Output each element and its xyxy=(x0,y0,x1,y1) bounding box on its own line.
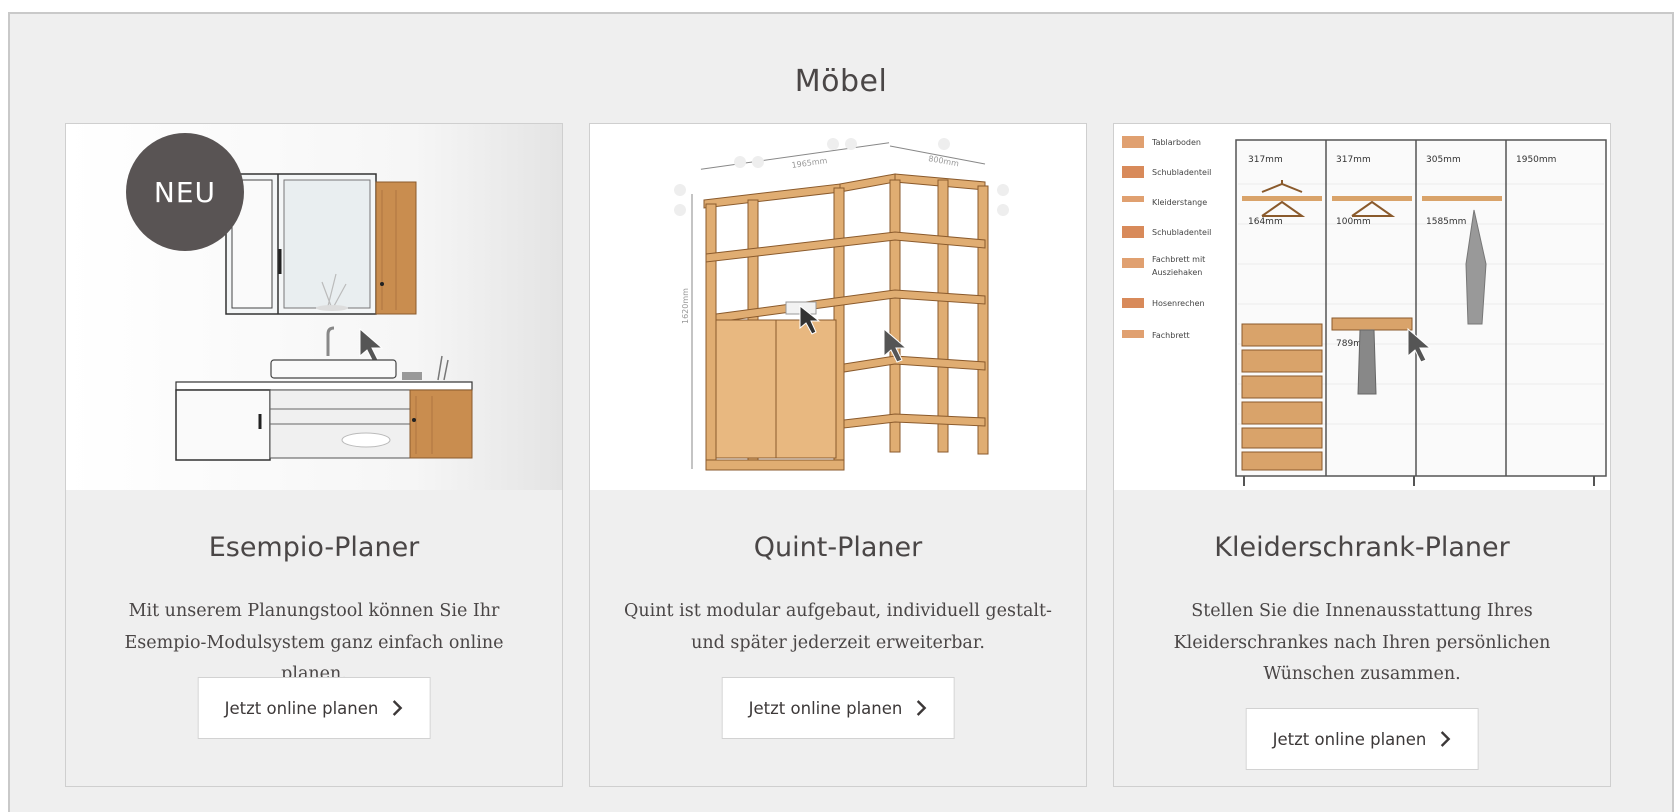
button-label: Jetzt online planen xyxy=(748,698,903,718)
button-label: Jetzt online planen xyxy=(1272,729,1427,749)
quint-planer-image[interactable]: 1965mm 800mm 1620mm xyxy=(590,124,1086,490)
furniture-section: Möbel NEU Esempio-Planer Mit unserem Pla… xyxy=(8,12,1674,812)
card-esempio-planer[interactable]: NEU Esempio-Planer Mit unserem Planungst… xyxy=(65,123,563,787)
wardrobe-planer-image[interactable]: Tablarboden Schubladenteil Kleiderstange… xyxy=(1114,124,1610,490)
card-title: Kleiderschrank-Planer xyxy=(1214,532,1510,563)
chevron-right-icon xyxy=(392,700,403,716)
new-badge: NEU xyxy=(126,133,244,251)
legend-item: Schubladenteil xyxy=(1152,228,1211,237)
legend-item: Tablarboden xyxy=(1151,138,1201,147)
plan-online-button[interactable]: Jetzt online planen xyxy=(197,677,431,739)
card-title: Esempio-Planer xyxy=(208,532,420,563)
legend-item: Fachbrett xyxy=(1152,331,1190,340)
card-description: Stellen Sie die Innenausstattung Ihres K… xyxy=(1173,601,1551,684)
measure-label: 317mm xyxy=(1248,155,1283,165)
chevron-right-icon xyxy=(1440,731,1451,747)
plan-online-button[interactable]: Jetzt online planen xyxy=(1245,708,1479,770)
legend-item: Kleiderstange xyxy=(1152,198,1207,207)
card-title: Quint-Planer xyxy=(753,532,923,563)
measure-label: 1950mm xyxy=(1516,155,1556,165)
measure-label: 100mm xyxy=(1336,217,1371,227)
button-label: Jetzt online planen xyxy=(224,698,379,718)
card-wardrobe-planer[interactable]: Tablarboden Schubladenteil Kleiderstange… xyxy=(1113,123,1611,787)
plan-online-button[interactable]: Jetzt online planen xyxy=(721,677,955,739)
legend-item: Fachbrett mit xyxy=(1152,255,1205,264)
card-description: Quint ist modular aufgebaut, individuell… xyxy=(624,601,1052,653)
section-title: Möbel xyxy=(794,64,888,99)
chevron-right-icon xyxy=(916,700,927,716)
measure-label: 164mm xyxy=(1248,217,1283,227)
legend-item: Hosenrechen xyxy=(1152,299,1205,308)
legend-item: Ausziehaken xyxy=(1152,268,1202,277)
measure-label: 305mm xyxy=(1426,155,1461,165)
measure-label: 317mm xyxy=(1336,155,1371,165)
card-quint-planer[interactable]: 1965mm 800mm 1620mm Quint-Planer Quint i… xyxy=(589,123,1087,787)
height-dimension: 1620mm xyxy=(681,288,690,324)
measure-label: 1585mm xyxy=(1426,217,1466,227)
esempio-planer-image[interactable]: NEU xyxy=(66,124,562,490)
legend-item: Schubladenteil xyxy=(1152,168,1211,177)
